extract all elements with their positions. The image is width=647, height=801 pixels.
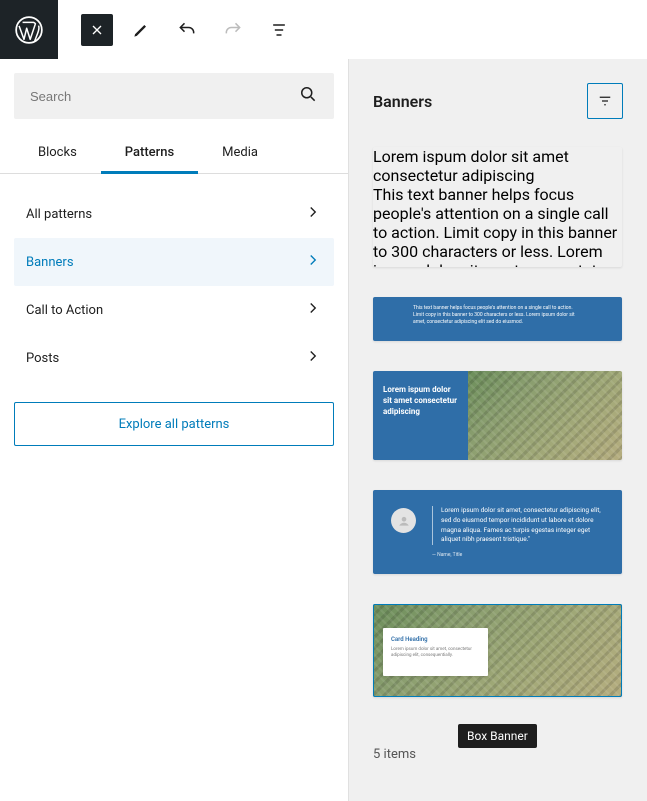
tab-patterns[interactable]: Patterns bbox=[101, 133, 198, 173]
tab-blocks[interactable]: Blocks bbox=[14, 133, 101, 173]
pattern-inner-card: Card Heading Lorem ipsum dolor sit amet,… bbox=[383, 628, 488, 676]
inserter-tabs: Blocks Patterns Media bbox=[0, 133, 348, 174]
pattern-text: This text banner helps focus people's at… bbox=[373, 185, 622, 267]
avatar-icon bbox=[391, 508, 416, 533]
topbar-actions bbox=[58, 12, 297, 48]
category-posts[interactable]: Posts bbox=[14, 334, 334, 382]
preview-title: Banners bbox=[373, 92, 432, 111]
pattern-image bbox=[468, 371, 622, 460]
chevron-right-icon bbox=[304, 347, 322, 369]
close-inserter-button[interactable] bbox=[81, 14, 113, 46]
pattern-tooltip: Box Banner bbox=[458, 724, 537, 748]
pattern-card-box-banner[interactable]: Card Heading Lorem ipsum dolor sit amet,… bbox=[373, 604, 622, 697]
pattern-categories: All patterns Banners Call to Action Post… bbox=[0, 174, 348, 396]
pattern-card[interactable]: Lorem ipsum dolor sit amet, consectetur … bbox=[373, 490, 622, 574]
items-count: 5 items bbox=[373, 747, 623, 762]
pattern-text: This text banner helps focus people's at… bbox=[413, 305, 582, 326]
search-wrap bbox=[0, 59, 348, 133]
category-banners[interactable]: Banners bbox=[14, 238, 334, 286]
pattern-card[interactable]: Lorem ispum dolor sit amet consectetur a… bbox=[373, 147, 622, 267]
pattern-text: Card Heading bbox=[391, 636, 480, 643]
category-label: All patterns bbox=[26, 207, 92, 222]
pattern-text: Lorem ipsum dolor sit amet, consectetur … bbox=[391, 647, 480, 660]
tab-media[interactable]: Media bbox=[198, 133, 282, 173]
category-label: Posts bbox=[26, 351, 59, 366]
category-label: Call to Action bbox=[26, 303, 103, 318]
search-icon bbox=[298, 84, 318, 108]
filter-button[interactable] bbox=[587, 83, 623, 119]
category-call-to-action[interactable]: Call to Action bbox=[14, 286, 334, 334]
edit-icon[interactable] bbox=[123, 12, 159, 48]
search-field[interactable] bbox=[14, 73, 334, 119]
pattern-card[interactable]: This text banner helps focus people's at… bbox=[373, 297, 622, 341]
undo-icon[interactable] bbox=[169, 12, 205, 48]
explore-all-patterns-button[interactable]: Explore all patterns bbox=[14, 402, 334, 446]
chevron-right-icon bbox=[304, 251, 322, 273]
wordpress-logo[interactable] bbox=[0, 0, 58, 59]
redo-icon bbox=[215, 12, 251, 48]
category-label: Banners bbox=[26, 255, 74, 270]
pattern-text: — Name, Title bbox=[432, 552, 604, 558]
pattern-list: Lorem ispum dolor sit amet consectetur a… bbox=[373, 147, 623, 777]
search-input[interactable] bbox=[30, 89, 298, 104]
main: Blocks Patterns Media All patterns Banne… bbox=[0, 59, 647, 801]
chevron-right-icon bbox=[304, 203, 322, 225]
pattern-preview-pane: Banners Lorem ispum dolor sit amet conse… bbox=[349, 59, 647, 801]
pattern-card[interactable]: Lorem ispum dolor sit amet consectetur a… bbox=[373, 371, 622, 460]
topbar bbox=[0, 0, 647, 59]
preview-header: Banners bbox=[373, 83, 623, 119]
pattern-text: Lorem ispum dolor sit amet consectetur a… bbox=[373, 147, 622, 185]
pattern-text: Lorem ipsum dolor sit amet, consectetur … bbox=[432, 506, 604, 545]
chevron-right-icon bbox=[304, 299, 322, 321]
document-overview-icon[interactable] bbox=[261, 12, 297, 48]
category-all-patterns[interactable]: All patterns bbox=[14, 190, 334, 238]
inserter-sidebar: Blocks Patterns Media All patterns Banne… bbox=[0, 59, 349, 801]
pattern-text: Lorem ispum dolor sit amet consectetur a… bbox=[373, 371, 468, 460]
